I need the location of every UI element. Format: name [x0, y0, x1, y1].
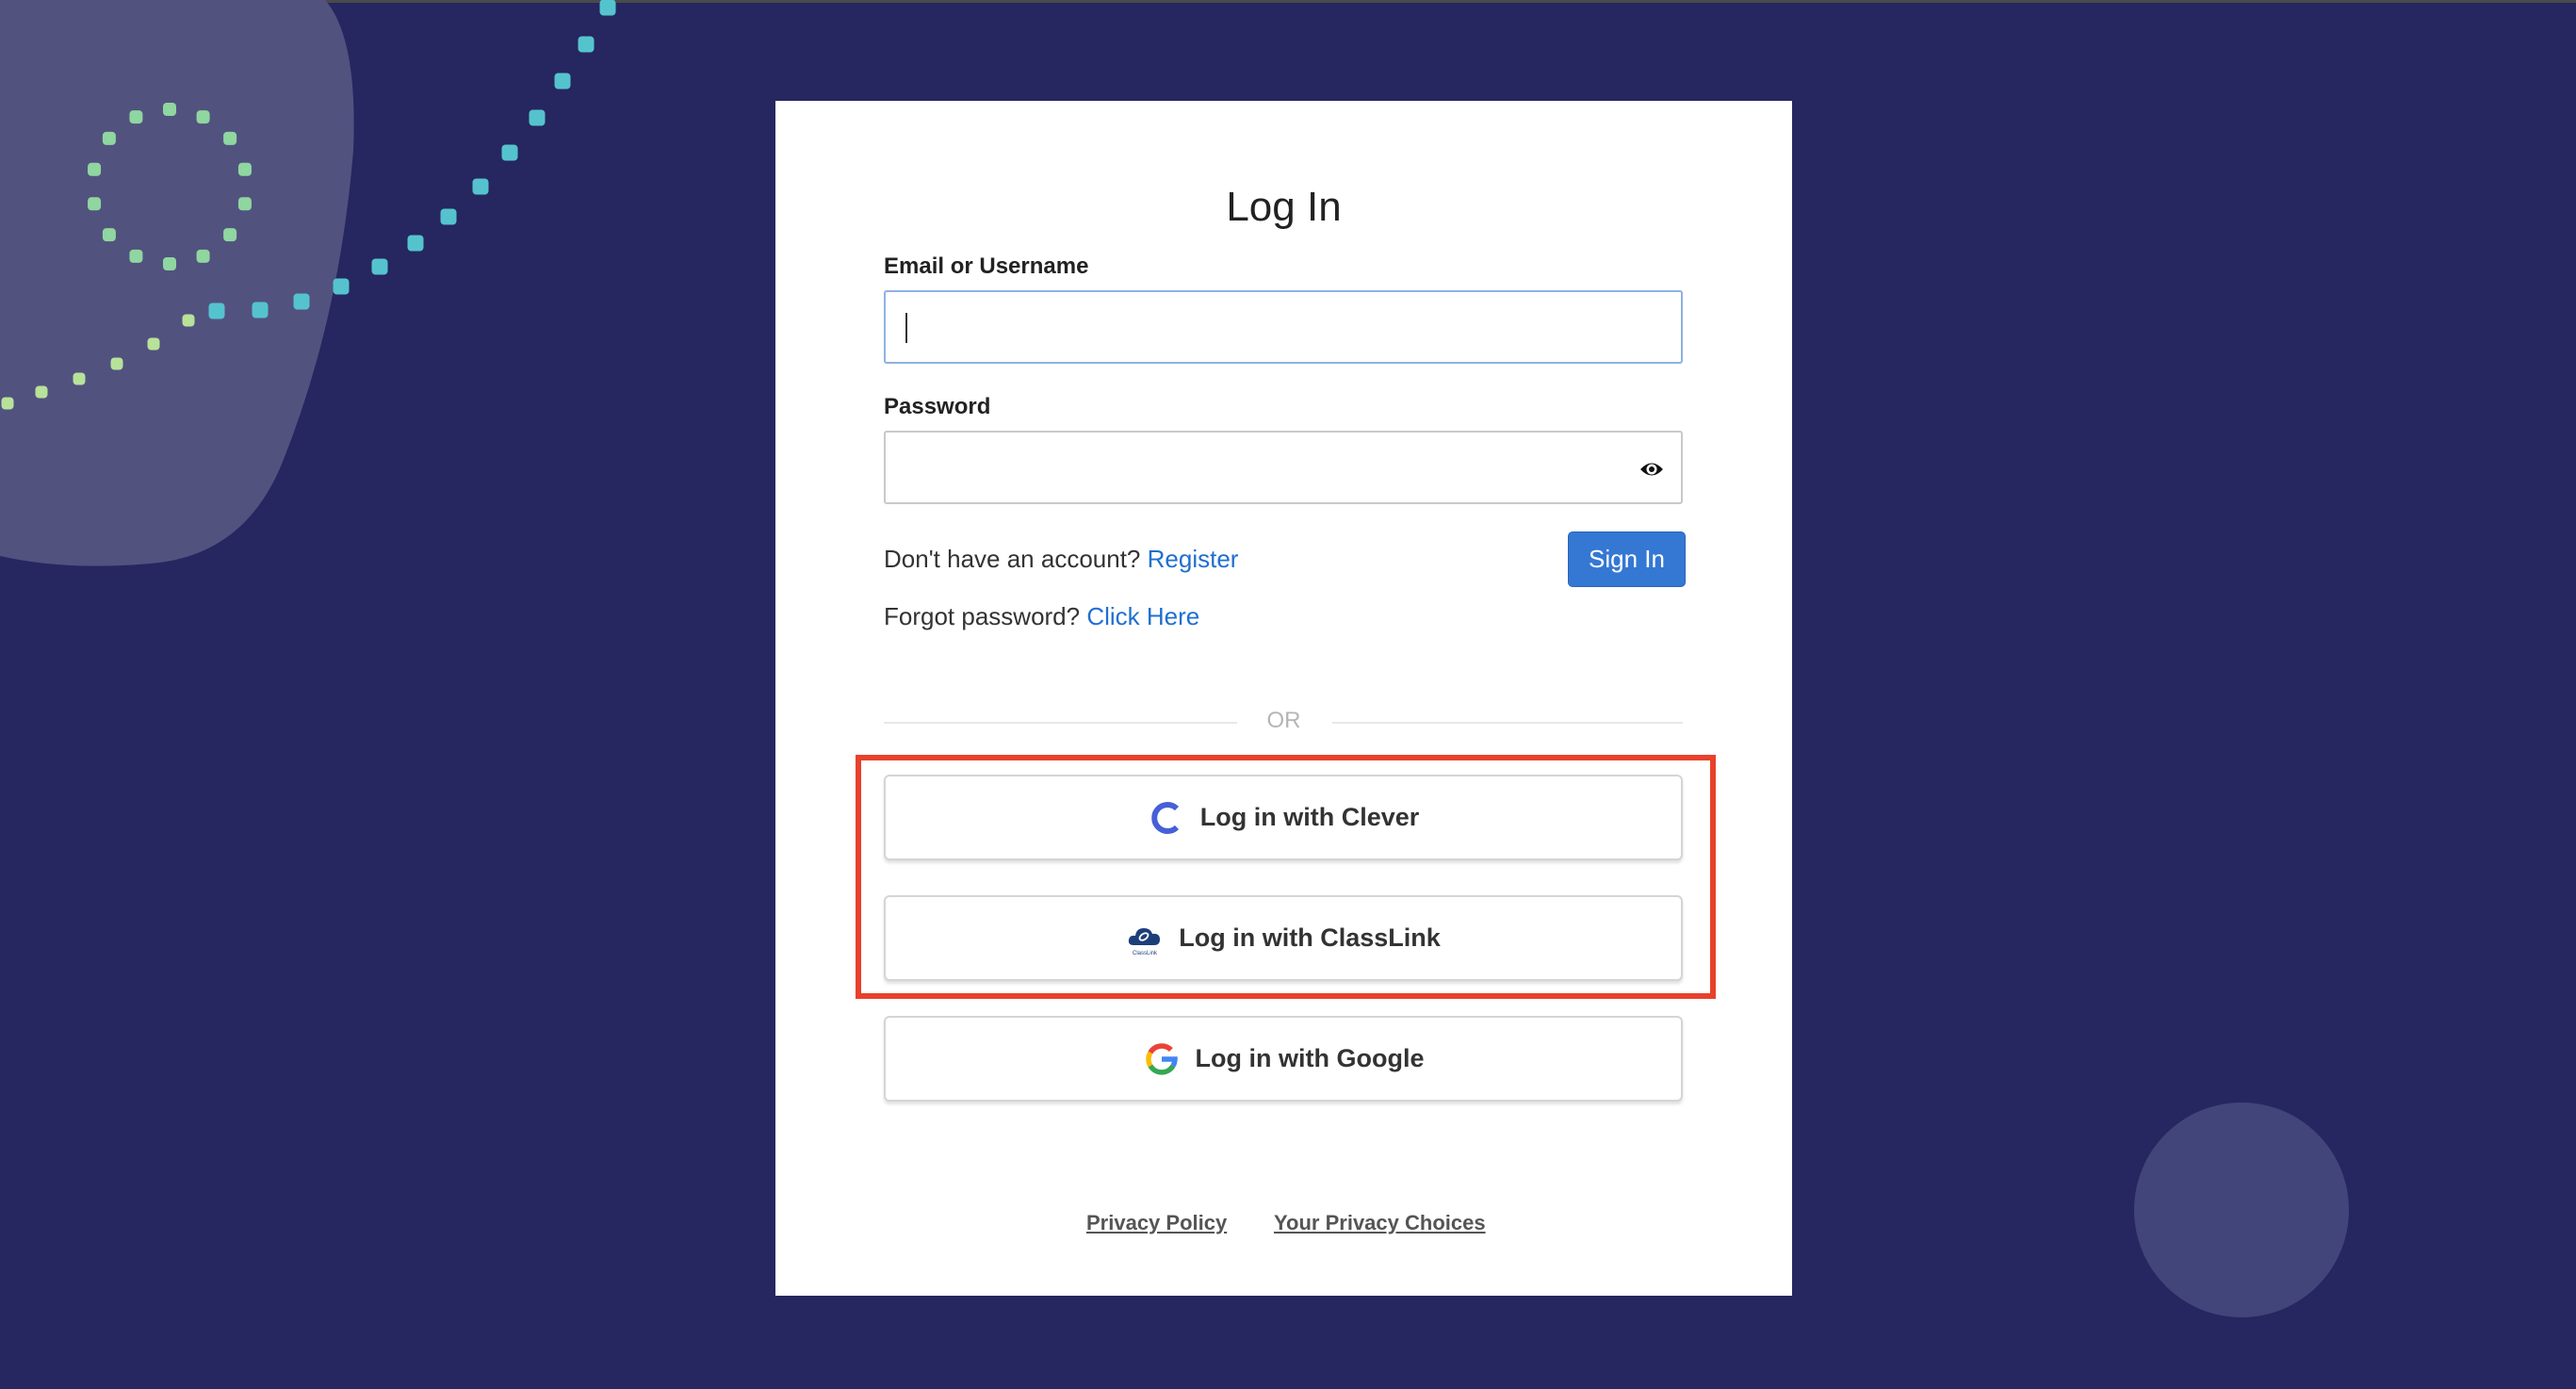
decoration-dot	[88, 197, 102, 211]
decoration-dot	[407, 235, 424, 252]
decoration-dot	[129, 249, 143, 263]
decoration-dot	[472, 178, 489, 195]
decoration-dot	[73, 372, 86, 385]
decoration-dot	[501, 144, 518, 161]
email-label: Email or Username	[884, 253, 1089, 279]
decoration-dot	[554, 73, 571, 90]
decoration-dot	[333, 278, 350, 295]
decoration-dot	[163, 103, 176, 116]
decoration-dot	[102, 131, 116, 145]
sign-in-button[interactable]: Sign In	[1568, 531, 1686, 587]
google-logo-icon	[1145, 1042, 1178, 1075]
text-cursor	[905, 313, 907, 343]
decoration-dot	[35, 385, 48, 399]
google-login-button[interactable]: Log in with Google	[884, 1016, 1683, 1102]
decoration-dot	[208, 302, 225, 319]
decoration-dot	[88, 162, 102, 176]
decoration-dot	[196, 110, 210, 124]
decoration-dot	[252, 302, 269, 319]
forgot-password-text: Forgot password?	[884, 602, 1081, 630]
page-title: Log In	[1226, 184, 1342, 230]
forgot-password-link[interactable]: Click Here	[1086, 602, 1199, 630]
decoration-dot	[599, 0, 616, 16]
decoration-dot	[163, 257, 176, 270]
decoration-dot	[110, 357, 123, 370]
decoration-dot	[293, 293, 310, 310]
login-card: Log In Email or Username Password Don't …	[775, 101, 1792, 1296]
decoration-dot	[529, 109, 546, 126]
email-field[interactable]	[884, 290, 1683, 364]
eye-icon[interactable]	[1639, 458, 1664, 481]
forgot-password-prompt: Forgot password? Click Here	[884, 602, 1199, 631]
decoration-dot	[237, 197, 252, 211]
decoration-dot	[440, 208, 457, 225]
privacy-policy-link[interactable]: Privacy Policy	[1086, 1211, 1227, 1235]
decoration-dot	[147, 337, 160, 351]
decoration-dot	[102, 228, 116, 242]
password-field[interactable]	[884, 431, 1683, 504]
decoration-dot	[129, 110, 143, 124]
no-account-text: Don't have an account?	[884, 545, 1141, 573]
decoration-dot	[223, 228, 237, 242]
background-circle-decoration	[2134, 1103, 2349, 1317]
background-decoration	[0, 0, 616, 566]
decoration-dot	[196, 249, 210, 263]
register-prompt: Don't have an account? Register	[884, 545, 1238, 574]
register-link[interactable]: Register	[1148, 545, 1239, 573]
decoration-dot	[1, 397, 14, 410]
decoration-dot	[182, 314, 195, 327]
decoration-dot	[371, 258, 388, 275]
password-label: Password	[884, 394, 991, 419]
privacy-choices-link[interactable]: Your Privacy Choices	[1274, 1211, 1486, 1235]
decoration-dot	[578, 36, 595, 53]
highlight-box	[856, 755, 1716, 999]
or-divider: OR	[1266, 708, 1301, 733]
google-button-label: Log in with Google	[1195, 1044, 1425, 1072]
decoration-dot	[223, 131, 237, 145]
decoration-dot	[237, 162, 252, 176]
